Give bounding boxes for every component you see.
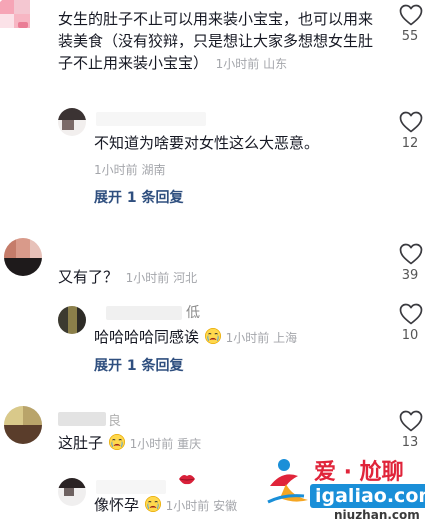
reply-text: 不知道为啥要对女性这么大恶意。 [94, 134, 320, 152]
watermark-logo: 爱 · 尬聊 igaliao.com niuzhan.com [262, 452, 425, 523]
comment-username[interactable] [58, 412, 106, 426]
comment-text: 这肚子 1小时前 重庆 [58, 433, 202, 452]
like-heart-icon[interactable] [399, 243, 423, 265]
reply-avatar[interactable] [58, 108, 86, 136]
avatar[interactable] [4, 406, 42, 444]
crying-face-icon [204, 327, 222, 345]
reply-username[interactable] [96, 112, 206, 126]
like-heart-icon[interactable] [399, 410, 423, 432]
like-count: 13 [401, 435, 419, 450]
reply-avatar[interactable] [58, 478, 86, 506]
comment-text: 又有了？ 1小时前 河北 [58, 268, 198, 286]
crying-face-icon [144, 495, 162, 513]
like-count: 12 [401, 136, 419, 151]
expand-replies-link[interactable]: 展开 1 条回复 [94, 356, 184, 376]
comment-username-fragment: 良 [108, 414, 122, 429]
reply-avatar[interactable] [58, 306, 86, 334]
reply-meta: 1小时前 湖南 [94, 163, 166, 177]
like-count: 39 [401, 268, 419, 283]
like-count: 55 [401, 29, 419, 44]
like-heart-icon[interactable] [399, 4, 423, 26]
expand-replies-link[interactable]: 展开 1 条回复 [94, 188, 184, 208]
reply-text: 像怀孕 1小时前 安徽 [94, 495, 238, 514]
like-heart-icon[interactable] [399, 303, 423, 325]
like-heart-icon[interactable] [399, 111, 423, 133]
lips-icon [179, 475, 195, 485]
crying-face-icon [108, 433, 126, 451]
watermark-title: 爱 · 尬聊 [314, 460, 404, 485]
avatar[interactable] [4, 238, 42, 276]
watermark-url: igaliao.com [310, 484, 425, 508]
comment-text: 女生的肚子不止可以用来装小宝宝，也可以用来装美食（没有狡辩，只是想让大家多想想女… [58, 10, 374, 72]
reply-username[interactable] [96, 480, 166, 494]
reply-text: 哈哈哈哈同感诶 1小时前 上海 [94, 327, 298, 346]
watermark-site: niuzhan.com [334, 508, 420, 522]
reply-username-fragment: 低 [186, 305, 200, 321]
avatar[interactable] [0, 0, 42, 42]
like-count: 10 [401, 328, 419, 343]
figure-logo-icon [267, 459, 308, 504]
reply-username[interactable] [106, 306, 182, 320]
